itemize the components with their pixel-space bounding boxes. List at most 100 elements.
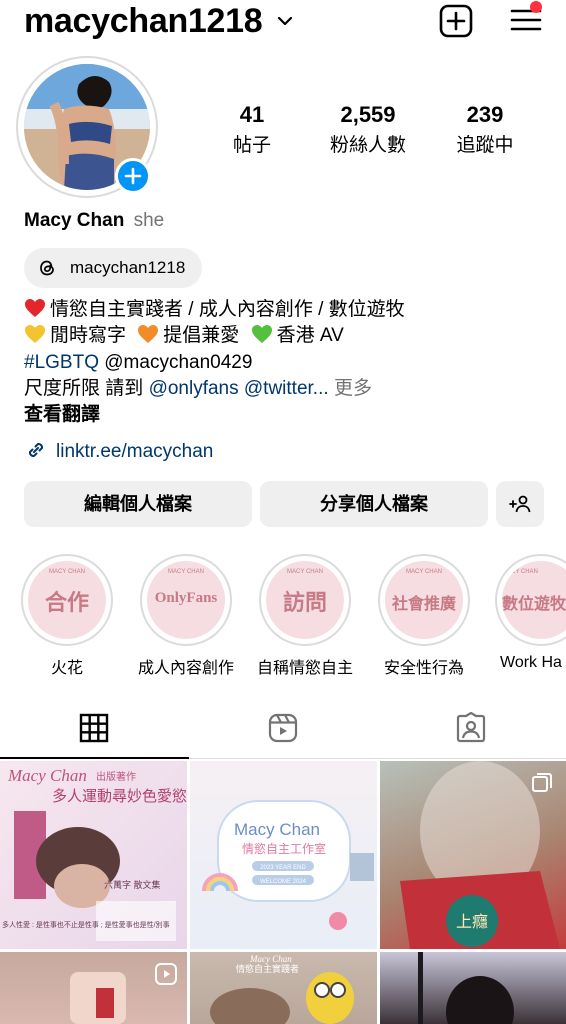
highlight-label: 成人內容創作 [138,660,235,677]
highlight-label: 自稱情慾自主 [257,660,354,677]
highlight-ring: MACY CHAN 數位遊牧 [495,554,566,646]
posts-count[interactable]: 41 帖子 [212,102,292,157]
post-thumbnail[interactable] [380,952,566,1024]
highlight-badge: MACY CHAN [502,569,538,575]
highlight-badge: MACY CHAN [49,569,85,575]
bio-line-1: 情慾自主實踐者 / 成人內容創作 / 數位遊牧 [24,297,405,323]
add-person-icon [509,495,531,513]
highlight-cover-text: 社會推廣 [391,596,456,613]
post-thumbnail[interactable]: Macy Chan 出版著作 多人運動尋妙色愛慾 六萬字 散文集 多人性愛 : … [0,761,187,949]
post-body: 六萬字 散文集 [104,879,161,890]
orange-heart-icon [138,325,159,343]
chevron-down-icon[interactable] [276,12,294,30]
highlight-badge: MACY CHAN [168,569,204,575]
post-subtitle: 情慾自主工作室 [242,841,326,856]
share-profile-button[interactable]: 分享個人檔案 [260,481,488,527]
threads-badge[interactable]: macychan1218 [24,248,202,288]
post-artwork: Macy Chan 出版著作 多人運動尋妙色愛慾 六萬字 散文集 多人性愛 : … [2,766,187,941]
reel-icon [155,963,177,985]
highlight-item[interactable]: MACY CHAN 訪問 自稱情慾自主 [257,554,353,678]
profile-username[interactable]: macychan1218 [24,2,263,41]
highlight-cover: MACY CHAN 訪問 [266,561,344,639]
threads-icon [40,260,54,276]
post-thumbnail[interactable] [0,952,187,1024]
bio-text-4: 尺度所限 請到 [24,378,149,399]
highlight-label: 火花 [50,660,83,677]
post-thumbnail[interactable]: 上癮 [380,761,566,949]
highlight-ring: MACY CHAN OnlyFans [140,554,232,646]
highlight-cover-text: OnlyFans [154,590,218,606]
bio-text-1: 情慾自主實踐者 / 成人內容創作 / 數位遊牧 [50,299,405,320]
bio-line-2: 閒時寫字 提倡兼愛 香港 AV [24,323,344,349]
grid-icon[interactable] [78,712,110,744]
profile-name: Macy Chan she [24,210,164,232]
bio-text-2b: 提倡兼愛 [163,325,240,346]
multiple-posts-icon [532,773,552,792]
following-count-label: 追蹤中 [456,135,514,156]
bio-more-link[interactable]: 更多 [334,378,372,399]
highlight-cover-text: 合作 [44,590,89,615]
display-name: Macy Chan [24,210,125,231]
active-tab-indicator [0,757,189,759]
discover-people-button[interactable] [496,481,544,527]
highlight-cover-text: 數位遊牧 [502,596,566,613]
highlight-cover-text: 訪問 [282,590,327,615]
highlight-cover: MACY CHAN 數位遊牧 [502,561,566,639]
bio-text-2c: 香港 AV [276,325,344,346]
post-title: Macy Chan [234,820,320,839]
posts-count-value: 41 [239,102,265,127]
post-artwork: Macy Chan 情慾自主工作室 2023 YEAR END WELCOME … [202,800,374,930]
post-title: Macy Chan [7,766,87,785]
followers-count-value: 2,559 [340,102,396,127]
post-heading: 多人運動尋妙色愛慾 [52,788,187,805]
tagged-icon[interactable] [455,712,487,744]
highlight-cover: MACY CHAN 社會推廣 [385,561,463,639]
add-story-button[interactable] [115,158,151,194]
post-subtitle: 出版著作 [96,770,136,783]
highlight-item[interactable]: MACY CHAN 社會推廣 安全性行為 [376,554,472,678]
highlight-ring: MACY CHAN 合作 [21,554,113,646]
red-heart-icon [25,299,45,317]
highlight-item[interactable]: MACY CHAN 數位遊牧 Work Ha [495,554,566,672]
highlight-cover: MACY CHAN 合作 [28,561,106,639]
highlight-item[interactable]: MACY CHAN 合作 火花 [19,554,115,678]
pronouns: she [133,210,165,231]
threads-handle: macychan1218 [70,258,186,277]
following-count-value: 239 [466,102,504,127]
yellow-heart-icon [25,325,45,343]
followers-count[interactable]: 2,559 粉絲人數 [318,102,418,157]
highlight-ring: MACY CHAN 社會推廣 [378,554,470,646]
highlight-label: Work Ha [500,654,562,671]
bio-text-2a: 閒時寫字 [50,325,127,346]
highlight-cover: MACY CHAN OnlyFans [147,561,225,639]
post-artwork: Macy Chan 情慾自主實踐者 [210,954,354,1024]
posts-count-label: 帖子 [232,135,271,156]
translate-link[interactable]: 查看翻譯 [24,402,100,428]
plus-icon [124,167,142,185]
post-thumbnail[interactable]: Macy Chan 情慾自主工作室 2023 YEAR END WELCOME … [190,761,377,949]
create-post-icon[interactable] [438,3,474,39]
mention-links[interactable]: @onlyfans @twitter... [149,378,329,399]
post-title: Macy Chan [249,954,292,964]
edit-profile-button[interactable]: 編輯個人檔案 [24,481,252,527]
following-count[interactable]: 239 追蹤中 [445,102,525,157]
post-button-2: WELCOME 2024 [260,879,307,885]
green-heart-icon [251,325,272,343]
reels-icon[interactable] [267,712,299,744]
post-thumbnail[interactable]: Macy Chan 情慾自主實踐者 [190,952,377,1024]
highlight-badge: MACY CHAN [287,569,323,575]
highlight-item[interactable]: MACY CHAN OnlyFans 成人內容創作 [138,554,234,678]
post-footer: 多人性愛 : 是性事也不止是性事 ; 是性愛事也是性/別事 [2,920,170,929]
post-button-1: 2023 YEAR END [260,865,306,871]
notification-dot [530,1,542,13]
external-link-text: linktr.ee/macychan [56,441,214,462]
mention-link[interactable]: @macychan0429 [104,352,252,373]
external-link[interactable]: linktr.ee/macychan [24,438,213,463]
hashtag-link[interactable]: #LGBTQ [24,352,99,373]
link-icon [28,442,44,458]
highlight-ring: MACY CHAN 訪問 [259,554,351,646]
post-badge: 上癮 [456,912,488,931]
highlight-badge: MACY CHAN [406,569,442,575]
bio-line-3: #LGBTQ @macychan0429 [24,350,252,376]
followers-count-label: 粉絲人數 [329,135,406,156]
